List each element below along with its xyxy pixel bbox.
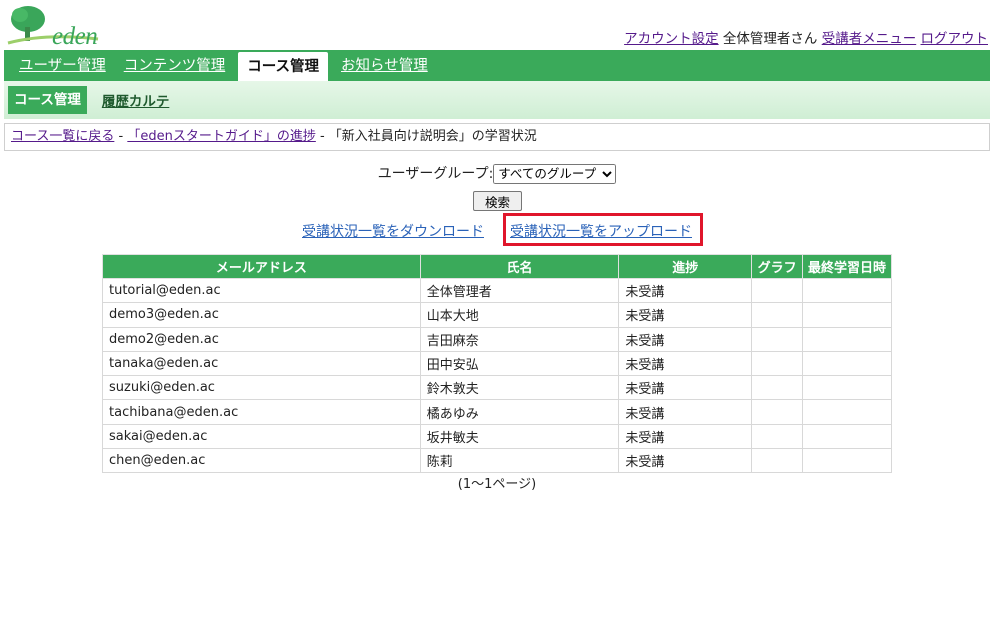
cell-graph: [751, 375, 804, 401]
table-row: sakai@eden.ac 坂井敏夫 未受講: [102, 423, 892, 450]
cell-name: 山本大地: [419, 302, 620, 328]
cell-last-study: [802, 302, 892, 328]
tab-content-management[interactable]: コンテンツ管理: [115, 50, 235, 81]
eden-logo[interactable]: eden: [6, 3, 106, 50]
cell-progress: 未受講: [618, 375, 753, 401]
learning-status-table: メールアドレス 氏名 進捗 グラフ 最終学習日時 tutorial@eden.a…: [102, 254, 892, 474]
top-nav: アカウント設定 全体管理者さん 受講者メニュー ログアウト: [624, 27, 988, 47]
cell-last-study: [802, 350, 892, 377]
cell-progress: 未受講: [618, 423, 753, 450]
cell-last-study: [802, 399, 892, 425]
search-button[interactable]: 検索: [473, 191, 522, 211]
cell-graph: [751, 302, 804, 328]
col-last-study-header[interactable]: 最終学習日時: [802, 254, 892, 279]
cell-progress: 未受講: [618, 448, 753, 474]
group-filter: ユーザーグループ: すべてのグループ: [0, 163, 994, 184]
cell-email: chen@eden.ac: [102, 448, 421, 474]
breadcrumb-current: 「新入社員向け説明会」の学習状況: [328, 129, 537, 144]
table-header-row: メールアドレス 氏名 進捗 グラフ 最終学習日時: [102, 254, 892, 279]
table-row: tachibana@eden.ac 橘あゆみ 未受講: [102, 399, 892, 425]
sub-nav: コース管理 履歴カルテ: [4, 81, 990, 119]
pager-info: (1〜1ページ): [457, 477, 537, 492]
logout-link[interactable]: ログアウト: [921, 31, 989, 47]
col-name-header[interactable]: 氏名: [419, 254, 620, 279]
cell-email: tanaka@eden.ac: [102, 350, 421, 377]
cell-last-study: [802, 448, 892, 474]
group-filter-label: ユーザーグループ:: [377, 166, 494, 182]
breadcrumb-separator: -: [315, 129, 329, 144]
cell-graph: [751, 423, 804, 450]
cell-progress: 未受講: [618, 399, 753, 425]
cell-email: demo2@eden.ac: [102, 326, 421, 352]
cell-last-study: [802, 423, 892, 450]
cell-name: 鈴木敦夫: [419, 375, 620, 401]
cell-name: 橘あゆみ: [419, 399, 620, 425]
header: eden アカウント設定 全体管理者さん 受講者メニュー ログアウト: [0, 0, 994, 50]
user-name: 全体管理者さん: [722, 31, 818, 47]
subnav-history-link[interactable]: 履歴カルテ: [102, 90, 170, 110]
cell-name: 坂井敏夫: [419, 423, 620, 450]
tab-course-management[interactable]: コース管理: [238, 52, 328, 81]
cell-email: tutorial@eden.ac: [102, 277, 421, 304]
cell-progress: 未受講: [618, 350, 753, 377]
cell-progress: 未受講: [618, 277, 753, 304]
cell-progress: 未受講: [618, 326, 753, 352]
download-status-link[interactable]: 受講状況一覧をダウンロード: [302, 221, 484, 241]
col-progress-header[interactable]: 進捗: [618, 254, 753, 279]
cell-last-study: [802, 375, 892, 401]
upload-status-link[interactable]: 受講状況一覧をアップロード: [510, 221, 692, 241]
cell-name: 吉田麻奈: [419, 326, 620, 352]
cell-name: 陈莉: [419, 448, 620, 474]
col-graph-header: グラフ: [751, 254, 804, 279]
table-row: tutorial@eden.ac 全体管理者 未受講: [102, 277, 892, 304]
cell-last-study: [802, 277, 892, 304]
cell-email: suzuki@eden.ac: [102, 375, 421, 401]
cell-graph: [751, 326, 804, 352]
table-row: demo2@eden.ac 吉田麻奈 未受講: [102, 326, 892, 352]
group-select[interactable]: すべてのグループ: [493, 163, 617, 184]
cell-progress: 未受講: [618, 302, 753, 328]
main-nav: ユーザー管理 コンテンツ管理 コース管理 お知らせ管理: [4, 50, 990, 81]
table-row: demo3@eden.ac 山本大地 未受講: [102, 302, 892, 328]
table-row: suzuki@eden.ac 鈴木敦夫 未受講: [102, 375, 892, 401]
table-row: chen@eden.ac 陈莉 未受講: [102, 448, 892, 474]
breadcrumb-course-list-link[interactable]: コース一覧に戻る: [11, 129, 114, 144]
breadcrumb: コース一覧に戻る - 「edenスタートガイド」の進捗 - 「新入社員向け説明会…: [4, 123, 990, 151]
cell-graph: [751, 350, 804, 377]
table-row: tanaka@eden.ac 田中安弘 未受講: [102, 350, 892, 377]
cell-email: tachibana@eden.ac: [102, 399, 421, 425]
cell-email: demo3@eden.ac: [102, 302, 421, 328]
col-email-header[interactable]: メールアドレス: [102, 254, 421, 279]
tab-notice-management[interactable]: お知らせ管理: [332, 50, 437, 81]
cell-name: 全体管理者: [419, 277, 620, 304]
tab-user-management[interactable]: ユーザー管理: [10, 50, 115, 81]
cell-graph: [751, 277, 804, 304]
cell-graph: [751, 448, 804, 474]
breadcrumb-progress-link[interactable]: 「edenスタートガイド」の進捗: [127, 129, 316, 144]
breadcrumb-separator: -: [114, 129, 128, 144]
cell-name: 田中安弘: [419, 350, 620, 377]
account-settings-link[interactable]: アカウント設定: [624, 31, 719, 47]
learner-menu-link[interactable]: 受講者メニュー: [822, 31, 917, 47]
logo-text: eden: [52, 23, 98, 50]
subnav-course-management[interactable]: コース管理: [8, 86, 87, 114]
cell-last-study: [802, 326, 892, 352]
cell-email: sakai@eden.ac: [102, 423, 421, 450]
cell-graph: [751, 399, 804, 425]
